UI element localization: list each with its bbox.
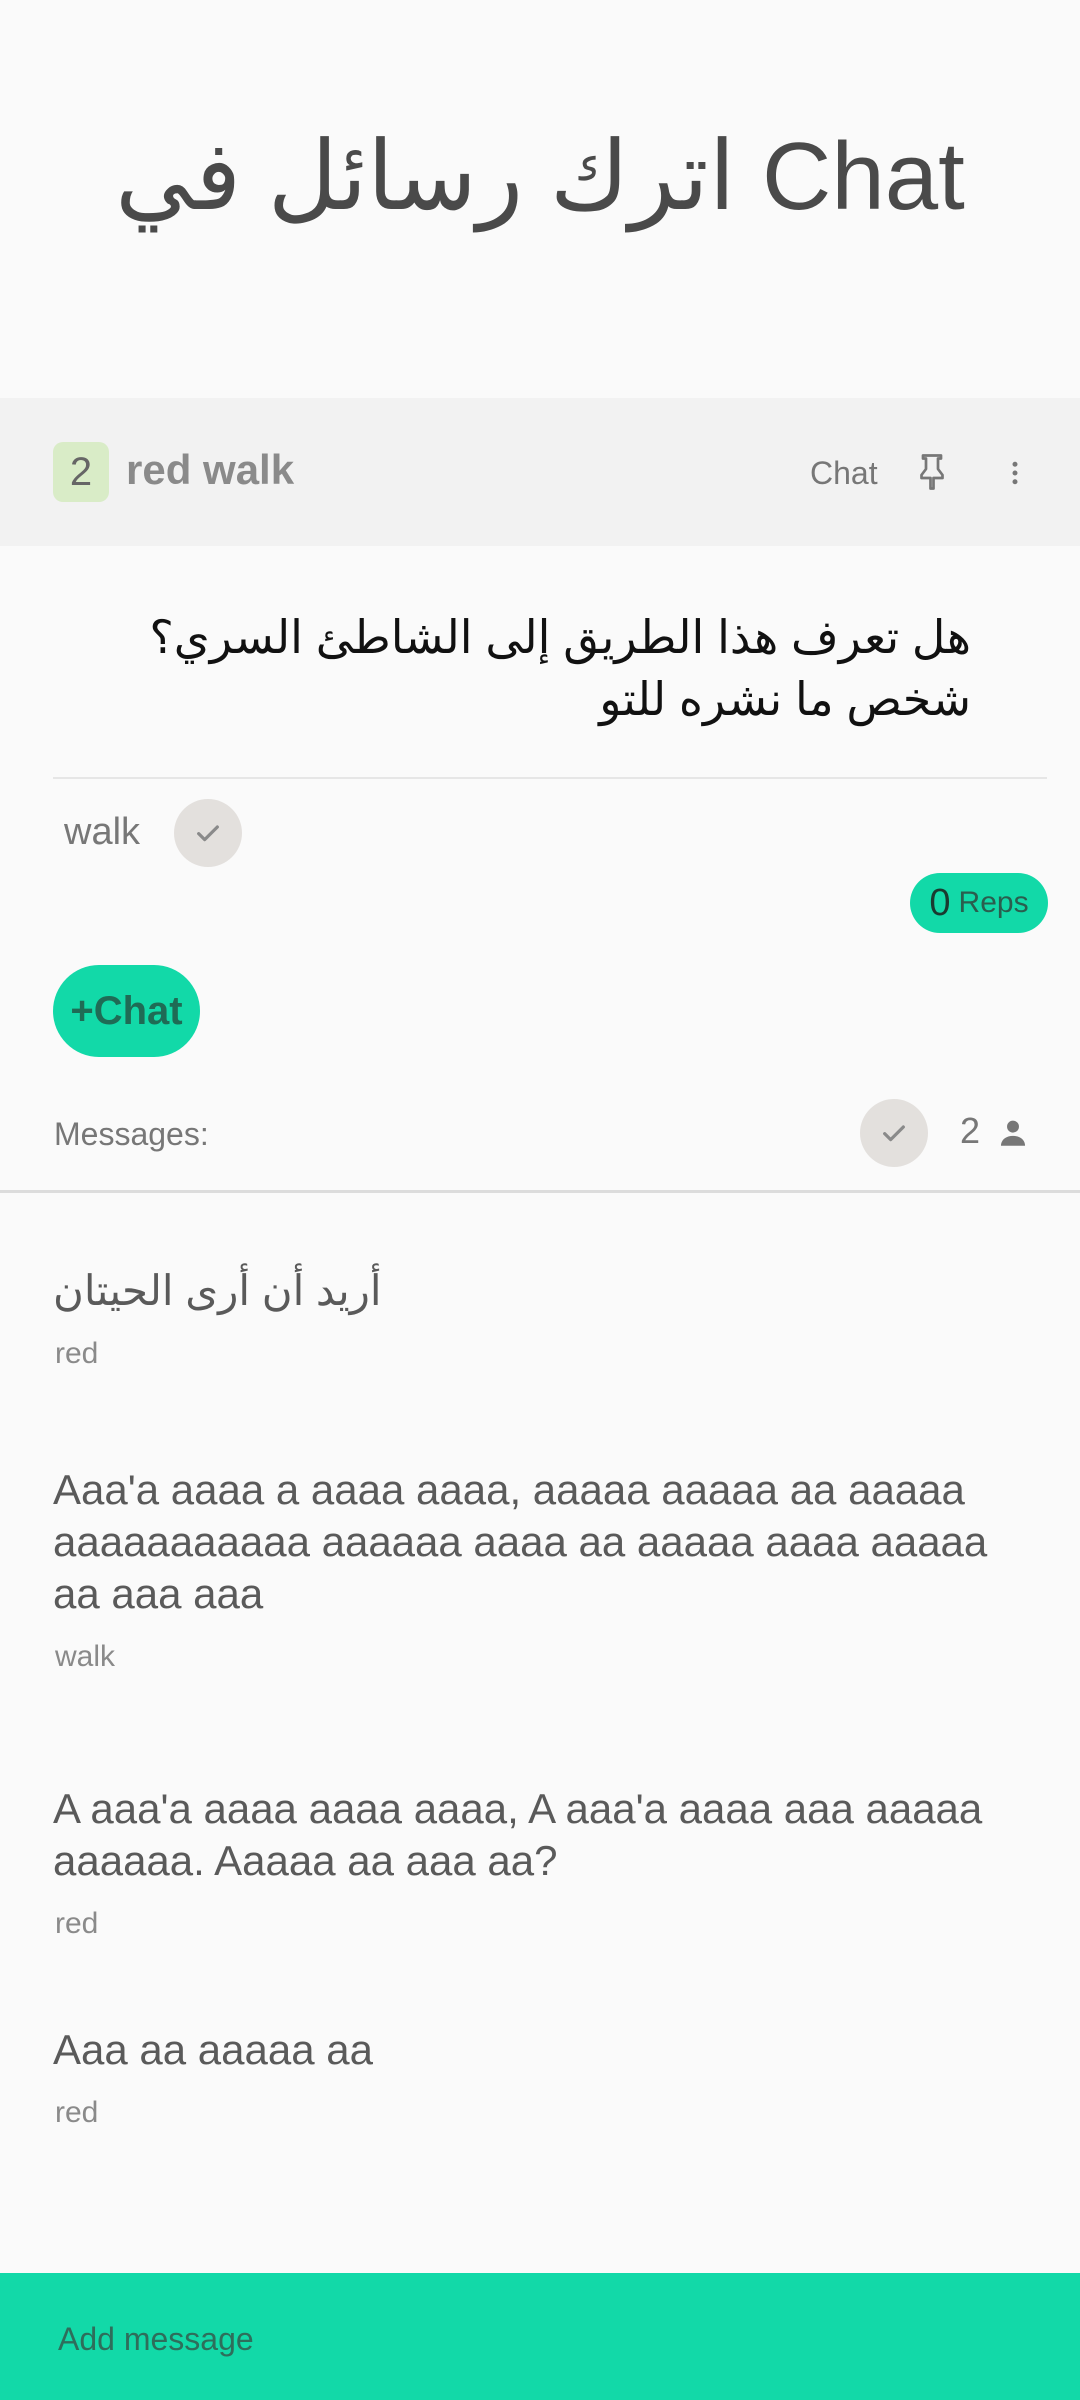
page-title: اترك رسائل في Chat bbox=[115, 123, 965, 230]
add-chat-button[interactable]: +Chat bbox=[53, 965, 200, 1057]
message-text: Aaa'a aaaa a aaaa aaaa, aaaaa aaaaa aa a… bbox=[53, 1466, 988, 1617]
message-item[interactable]: A aaa'a aaaa aaaa aaaa, A aaa'a aaaa aaa… bbox=[53, 1783, 1033, 1941]
add-message-input[interactable] bbox=[56, 2313, 1020, 2365]
more-vertical-icon[interactable] bbox=[1005, 458, 1025, 488]
message-author: red bbox=[55, 1907, 99, 1940]
check-icon bbox=[197, 825, 219, 842]
person-icon bbox=[1000, 1120, 1026, 1146]
tag-check-button[interactable] bbox=[174, 799, 242, 867]
message-item[interactable]: Aaa aa aaaaa aa red bbox=[53, 2024, 1033, 2130]
message-text: Aaa aa aaaaa aa bbox=[53, 2026, 373, 2073]
badge-count: 2 bbox=[53, 442, 109, 502]
messages-label: Messages: bbox=[54, 1116, 209, 1152]
divider bbox=[53, 777, 1047, 779]
message-author: red bbox=[55, 1337, 99, 1370]
reps-count: 0 bbox=[929, 881, 951, 924]
message-item[interactable]: أريد أن أرى الحيتان red bbox=[53, 1265, 1033, 1371]
reps-badge[interactable]: 0 Reps bbox=[910, 873, 1048, 933]
message-author: walk bbox=[55, 1640, 116, 1673]
check-icon bbox=[883, 1125, 905, 1142]
message-author: red bbox=[55, 2096, 99, 2129]
message-text: أريد أن أرى الحيتان bbox=[53, 1267, 382, 1314]
pin-icon[interactable] bbox=[914, 452, 950, 492]
chat-link[interactable]: Chat bbox=[810, 455, 878, 492]
message-item[interactable]: Aaa'a aaaa a aaaa aaaa, aaaaa aaaaa aa a… bbox=[53, 1464, 1033, 1674]
messages-check-button[interactable] bbox=[860, 1099, 928, 1167]
message-text: A aaa'a aaaa aaaa aaaa, A aaa'a aaaa aaa… bbox=[53, 1785, 983, 1884]
post-text: هل تعرف هذا الطريق إلى الشاطئ السري؟ شخص… bbox=[149, 611, 971, 725]
message-composer bbox=[0, 2273, 1080, 2400]
tag-label: walk bbox=[64, 811, 141, 853]
reps-label: Reps bbox=[958, 886, 1029, 919]
section-rule bbox=[0, 1190, 1080, 1193]
post-author[interactable]: red walk bbox=[126, 446, 294, 494]
participants-count: 2 bbox=[960, 1110, 981, 1151]
